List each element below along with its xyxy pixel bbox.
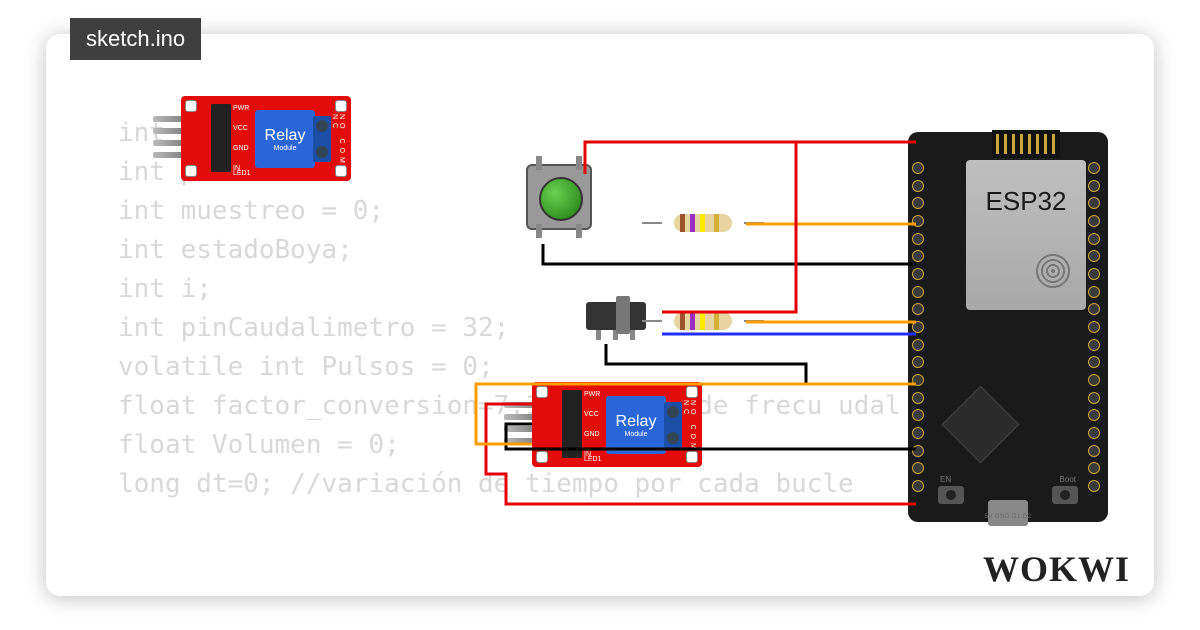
relay-pin-label: PWR — [584, 388, 600, 401]
usb-port-icon — [988, 500, 1028, 526]
relay-title: Relay — [265, 127, 306, 145]
wokwi-logo: WOKWI — [983, 548, 1130, 590]
preview-card: int pinBo int pinBo int muestreo = 0; in… — [46, 34, 1154, 596]
relay-terminal-labels: NO COM NC — [331, 114, 345, 181]
file-tab[interactable]: sketch.ino — [70, 18, 201, 60]
relay-led-label: LED1 — [233, 170, 251, 177]
relay-subtitle: Module — [625, 431, 648, 438]
relay-pin-label: PWR — [233, 102, 249, 115]
relay-subtitle: Module — [274, 145, 297, 152]
esp32-en-label: EN — [940, 475, 951, 484]
relay-terminal-labels: NO COM NC — [682, 400, 696, 467]
resistor-2[interactable] — [658, 312, 748, 330]
relay-pin-label: VCC — [584, 408, 600, 421]
espressif-logo-icon — [1034, 252, 1072, 290]
esp32-boot-label: Boot — [1060, 475, 1076, 484]
relay-module-bottom[interactable]: PWR VCC GND IN Relay Module NO COM NC LE… — [532, 382, 702, 467]
relay-module-top[interactable]: PWR VCC GND IN Relay Module NO COM NC LE… — [181, 96, 351, 181]
circuit-diagram[interactable]: PWR VCC GND IN Relay Module NO COM NC LE… — [46, 34, 1154, 596]
esp32-chip-label: ESP32 — [966, 160, 1086, 310]
esp32-bottom-pin-labels: 5V GND D1 D2 — [932, 514, 1084, 520]
relay-led-label: LED1 — [584, 456, 602, 463]
relay-pin-label: VCC — [233, 122, 249, 135]
esp32-board[interactable]: ESP32 EN Boot 5V GND D1 D2 — [908, 132, 1108, 522]
slide-switch[interactable] — [586, 302, 646, 330]
resistor-1[interactable] — [658, 214, 748, 232]
relay-pin-label: GND — [584, 428, 600, 441]
push-button[interactable] — [526, 164, 592, 230]
esp32-boot-button[interactable] — [1052, 486, 1078, 504]
relay-title: Relay — [616, 413, 657, 431]
relay-pin-label: GND — [233, 142, 249, 155]
file-tab-label: sketch.ino — [86, 26, 185, 51]
esp32-en-button[interactable] — [938, 486, 964, 504]
